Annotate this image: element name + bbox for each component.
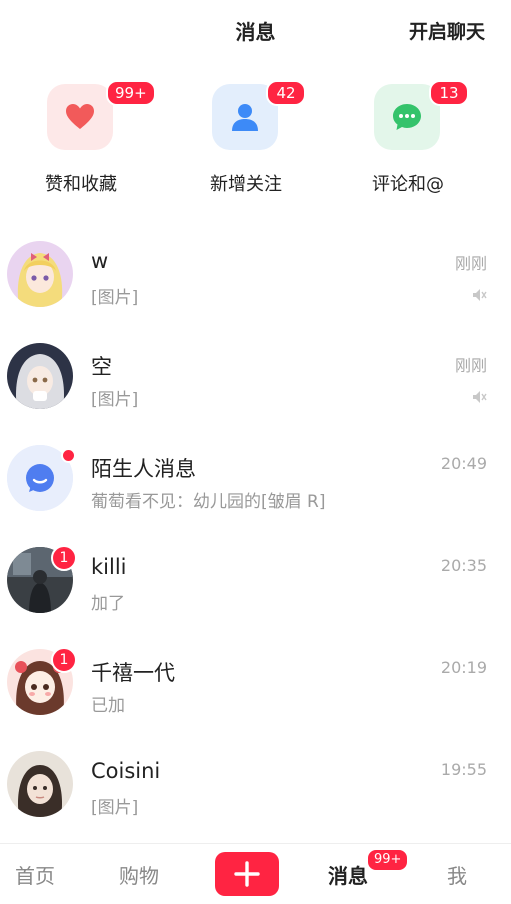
conversation-name: 千禧一代: [91, 661, 175, 685]
likes-label: 赞和收藏: [45, 174, 117, 195]
unread-dot: [61, 448, 76, 463]
nav-home[interactable]: 首页: [15, 860, 55, 889]
avatar[interactable]: [7, 241, 73, 307]
conversation-row[interactable]: Coisini [图片] 19:55: [0, 735, 511, 837]
conversation-time: 20:49: [440, 454, 487, 473]
plus-icon: [234, 861, 260, 887]
conversation-time: 刚刚: [454, 356, 487, 375]
conversation-name: Coisini: [91, 759, 161, 783]
conversation-row[interactable]: 陌生人消息 葡萄看不见：幼儿园的[皱眉 R] 20:49: [0, 429, 511, 531]
messages-badge: 99+: [366, 848, 410, 872]
conversation-preview: [图片]: [91, 288, 139, 308]
conversation-row[interactable]: 1 killi 加了 20:35: [0, 531, 511, 633]
nav-messages[interactable]: 消息: [328, 860, 368, 889]
conversation-row[interactable]: w [图片] 刚刚: [0, 225, 511, 327]
comments-mentions-entry[interactable]: 13 评论和@: [333, 80, 483, 200]
conversation-name: 陌生人消息: [91, 457, 196, 481]
unread-badge: 1: [51, 647, 77, 673]
conversation-preview: [图片]: [91, 798, 139, 818]
new-followers-entry[interactable]: 42 新增关注: [171, 80, 321, 200]
conversation-time: 20:19: [440, 658, 487, 677]
conversation-time: 20:35: [440, 556, 487, 575]
nav-me[interactable]: 我: [447, 860, 467, 889]
comments-badge: 13: [429, 80, 469, 106]
likes-collections-entry[interactable]: 99+ 赞和收藏: [6, 80, 156, 200]
quick-actions: 99+ 赞和收藏 42 新增关注 13 评论和@: [0, 80, 511, 210]
followers-label: 新增关注: [210, 174, 282, 195]
conversation-time: 刚刚: [454, 254, 487, 273]
unread-badge: 1: [51, 545, 77, 571]
conversation-name: killi: [91, 555, 127, 579]
followers-badge: 42: [266, 80, 306, 106]
conversation-preview: [图片]: [91, 390, 139, 410]
avatar[interactable]: [7, 343, 73, 409]
conversation-preview: 加了: [91, 594, 125, 614]
conversation-row[interactable]: 空 [图片] 刚刚: [0, 327, 511, 429]
create-post-button[interactable]: [215, 852, 279, 896]
conversation-preview: 葡萄看不见：幼儿园的[皱眉 R]: [91, 492, 326, 512]
conversation-preview: 已加: [91, 696, 125, 716]
bottom-nav: 首页 购物 消息 99+ 我: [0, 843, 511, 904]
nav-shop[interactable]: 购物: [119, 860, 159, 889]
mute-icon: [473, 289, 487, 301]
likes-badge: 99+: [106, 80, 156, 106]
mute-icon: [473, 391, 487, 403]
conversation-row[interactable]: 1 千禧一代 已加 20:19: [0, 633, 511, 735]
start-chat-button[interactable]: 开启聊天: [409, 17, 485, 44]
header: 消息 开启聊天: [0, 0, 511, 60]
conversation-name: 空: [91, 355, 112, 379]
conversation-time: 19:55: [440, 760, 487, 779]
avatar[interactable]: [7, 751, 73, 817]
comments-label: 评论和@: [372, 174, 444, 195]
heart-icon: [47, 84, 113, 150]
conversation-name: w: [91, 249, 109, 273]
